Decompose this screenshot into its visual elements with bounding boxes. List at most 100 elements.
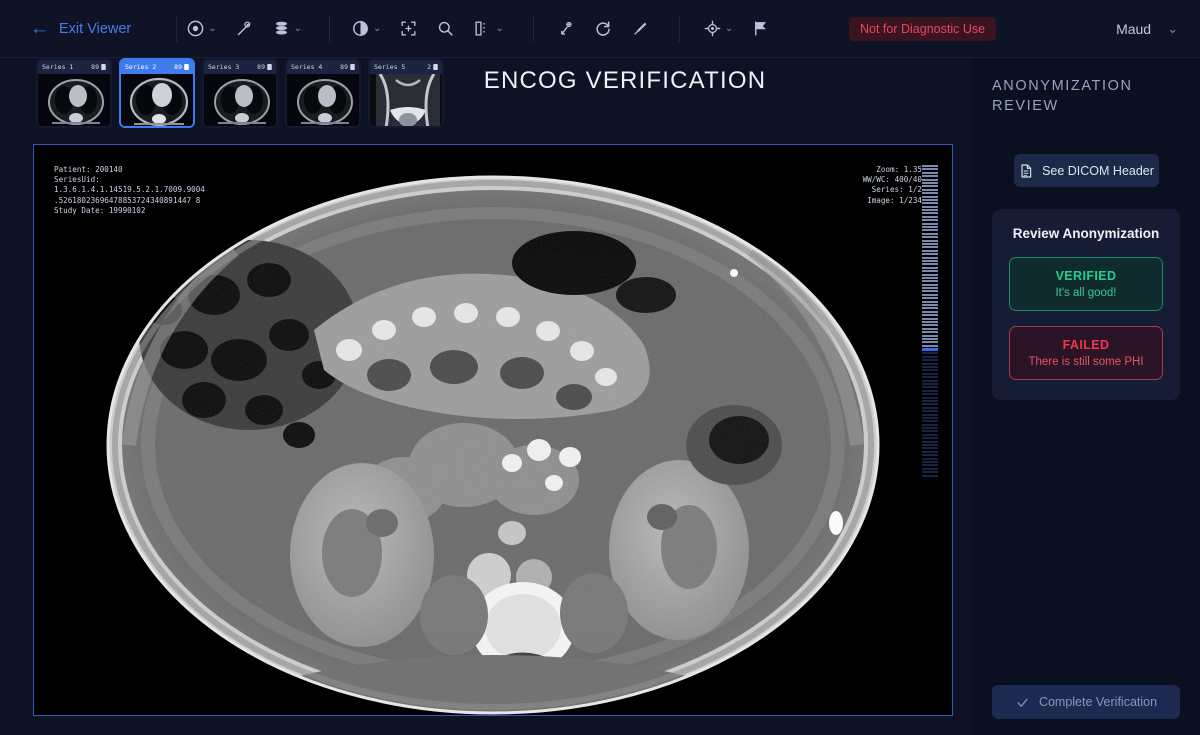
series-label: Series 3 — [208, 63, 240, 71]
series-thumbnail[interactable]: Series 1 89 — [36, 58, 112, 128]
slice-tick — [922, 369, 938, 372]
slice-tick — [922, 263, 938, 266]
slice-tick — [922, 337, 938, 340]
verified-title: VERIFIED — [1055, 269, 1117, 283]
slice-tick — [922, 464, 938, 467]
series-preview-image — [121, 74, 193, 126]
slice-tick — [922, 396, 938, 399]
series-preview-image — [38, 74, 110, 126]
see-dicom-header-button[interactable]: See DICOM Header — [1013, 154, 1159, 187]
slice-tick — [922, 403, 938, 406]
slice-tick — [922, 256, 938, 259]
toolbar-divider-4 — [678, 15, 680, 42]
slice-tick — [922, 474, 938, 477]
panel-layout-icon — [475, 21, 486, 36]
exit-viewer-button[interactable]: ← Exit Viewer — [30, 19, 131, 38]
slice-tick — [922, 383, 938, 385]
series-preview-image — [204, 74, 276, 126]
check-icon — [1017, 698, 1028, 707]
series-preview-image — [287, 74, 359, 126]
failed-option-button[interactable]: FAILED There is still some PHI — [1009, 326, 1163, 380]
windowing-tool-button[interactable]: ⌄ — [177, 13, 225, 44]
zoom-tool-button[interactable] — [427, 13, 464, 44]
ct-slice-image — [34, 145, 952, 715]
slice-tick — [922, 437, 938, 440]
series-label: Series 2 — [125, 63, 157, 71]
crosshair-tool-button[interactable]: ⌄ — [694, 13, 742, 44]
dicom-viewer-app: ← Exit Viewer ⌄ ⌄ ⌄ ⌄ ⌄ Not for Diagnost… — [0, 0, 1200, 735]
stack-icon — [267, 64, 272, 70]
slice-tick — [922, 290, 938, 293]
ruler-angle-icon — [237, 21, 251, 36]
layers-tool-button[interactable]: ⌄ — [263, 13, 311, 44]
slice-tick — [922, 324, 938, 327]
slice-tick — [922, 393, 938, 396]
slice-tick — [922, 178, 938, 181]
dicom-overlay-right: Zoom: 1.35 WW/WC: 400/40 Series: 1/2 Ima… — [862, 165, 922, 205]
chevron-down-icon: ⌄ — [724, 22, 734, 34]
series-label: Series 5 — [374, 63, 406, 71]
slice-tick — [922, 280, 938, 283]
slice-tick — [922, 376, 938, 379]
slice-tick — [922, 253, 938, 256]
chevron-down-icon: ⌄ — [495, 22, 504, 34]
image-viewport[interactable]: Patient: 200140 SeriesUid: 1.3.6.1.4.1.1… — [33, 144, 953, 716]
contrast-tool-button[interactable]: ⌄ — [342, 13, 390, 44]
slice-tick — [922, 471, 938, 474]
series-thumbnail[interactable]: Series 5 2 — [368, 58, 444, 128]
series-thumbnail[interactable]: Series 4 89 — [285, 58, 361, 128]
slice-tick — [922, 307, 938, 310]
crosshair-icon — [704, 20, 721, 37]
slice-tick — [922, 359, 938, 362]
chevron-down-icon: ⌄ — [1167, 21, 1178, 36]
slice-tick — [922, 430, 938, 433]
chevron-down-icon: ⌄ — [373, 22, 382, 34]
brush-icon — [634, 22, 647, 35]
measure-tool-button[interactable] — [226, 13, 263, 44]
annotate-tool-button[interactable] — [548, 13, 585, 44]
slice-tick — [922, 467, 938, 470]
user-menu[interactable]: Maud ⌄ — [1116, 21, 1178, 37]
top-toolbar: ← Exit Viewer ⌄ ⌄ ⌄ ⌄ ⌄ Not for Diagnost… — [0, 0, 1200, 58]
flag-tool-button[interactable] — [742, 13, 779, 44]
slice-tick — [922, 226, 938, 229]
slice-tick — [922, 165, 938, 167]
slice-scrollbar[interactable] — [922, 165, 938, 481]
slice-tick — [922, 270, 938, 273]
slice-tick — [922, 334, 938, 337]
slice-tick — [922, 259, 938, 262]
slice-tick — [922, 249, 938, 252]
layout-tool-button[interactable]: ⌄ — [464, 13, 512, 44]
page-title: ENCOG VERIFICATION — [483, 67, 767, 94]
slice-tick — [922, 413, 938, 416]
stacked-layers-icon — [275, 21, 287, 35]
slice-tick — [922, 460, 938, 463]
slice-tick — [922, 427, 938, 430]
verified-option-button[interactable]: VERIFIED It's all good! — [1009, 257, 1163, 311]
circle-target-icon — [187, 20, 204, 37]
slice-tick — [922, 232, 938, 235]
failed-subtitle: There is still some PHI — [1028, 356, 1144, 368]
slice-tick — [922, 273, 938, 276]
slice-tick — [922, 317, 938, 320]
series-thumbnail[interactable]: Series 2 89 — [119, 58, 195, 128]
series-label: Series 4 — [291, 63, 323, 71]
chevron-down-icon: ⌄ — [293, 22, 303, 34]
slice-tick — [922, 239, 938, 242]
slice-tick — [922, 219, 938, 222]
slice-tick — [922, 287, 938, 290]
series-thumbnail[interactable]: Series 3 89 — [202, 58, 278, 128]
slice-tick — [922, 348, 938, 352]
brush-tool-button[interactable] — [622, 13, 659, 44]
arrow-left-icon: ← — [30, 18, 49, 39]
complete-verification-button[interactable]: Complete Verification — [992, 685, 1180, 719]
slice-tick — [922, 175, 938, 178]
sidebar-title: ANONYMIZATION REVIEW — [992, 78, 1133, 114]
slice-tick — [922, 410, 938, 413]
slice-tick — [922, 320, 938, 323]
rotate-tool-button[interactable] — [585, 13, 622, 44]
fit-to-screen-button[interactable] — [390, 13, 427, 44]
slice-tick — [922, 198, 938, 201]
complete-verification-label: Complete Verification — [1038, 695, 1158, 709]
slice-tick — [922, 423, 938, 426]
